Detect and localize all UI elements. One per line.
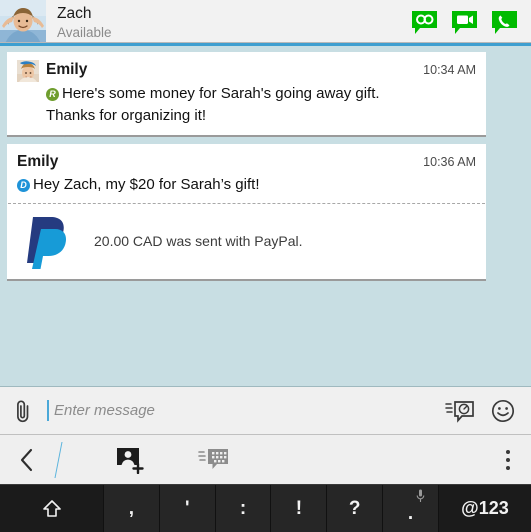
message-header: Emily 10:36 AM (17, 151, 476, 173)
add-participant-icon[interactable] (114, 446, 146, 474)
nav-actions (114, 446, 230, 474)
overflow-dot (506, 457, 510, 462)
message-card[interactable]: Emily 10:34 AM R Here's some money for Sa… (7, 52, 486, 137)
message-text-line2: Thanks for organizing it! (46, 107, 207, 125)
overflow-menu-icon[interactable] (506, 449, 531, 470)
chat-header: Zach Available (0, 0, 531, 46)
message-input-bar[interactable]: Enter message (0, 386, 531, 434)
overflow-dot (506, 465, 510, 470)
timed-message-icon[interactable] (445, 399, 475, 423)
voice-call-button[interactable] (491, 10, 518, 36)
message-text-line1: D Hey Zach, my $20 for Sarah’s gift! (17, 174, 476, 195)
message-text-line1: R Here's some money for Sarah's going awa… (17, 83, 476, 104)
message-status-delivered-icon: D (17, 178, 30, 192)
comma-key[interactable]: , (104, 485, 160, 532)
sender-avatar-photo (17, 60, 39, 82)
message-row: Emily 10:36 AM D Hey Zach, my $20 for Sar… (7, 144, 486, 203)
keyboard-row: , ' : ! ? . @123 (0, 484, 531, 532)
paperclip-icon[interactable] (13, 397, 33, 425)
header-actions (411, 10, 531, 36)
contact-avatar[interactable] (0, 0, 46, 46)
navigation-bar (0, 434, 531, 484)
contact-name: Zach (57, 5, 92, 23)
period-key-label: . (407, 502, 414, 524)
paypal-logo (27, 216, 67, 269)
paypal-attachment[interactable]: 20.00 CAD was sent with PayPal. (7, 204, 486, 279)
symbols-key[interactable]: @123 (438, 485, 531, 532)
message-card[interactable]: Emily 10:36 AM D Hey Zach, my $20 for Sar… (7, 143, 486, 281)
message-row: Emily 10:34 AM R Here's some money for Sa… (7, 52, 486, 135)
question-key[interactable]: ? (327, 485, 384, 532)
bbm-chat-button[interactable] (411, 10, 438, 36)
colon-key[interactable]: : (215, 485, 272, 532)
contact-status: Available (57, 24, 112, 40)
message-status-read-icon: R (46, 88, 59, 101)
sender-name: Emily (17, 152, 59, 170)
video-call-button[interactable] (451, 10, 478, 36)
message-line1-text: Hey Zach, my $20 for Sarah’s gift! (33, 175, 260, 193)
message-input-placeholder[interactable]: Enter message (54, 402, 155, 419)
exclamation-key[interactable]: ! (271, 485, 328, 532)
sender-name: Emily (46, 61, 88, 78)
microphone-icon[interactable] (416, 489, 425, 503)
bbm-chat-screen: Zach Available Emily 10:34 AM R Here's s… (0, 0, 531, 532)
message-header: Emily 10:34 AM (17, 59, 476, 82)
chat-message-list[interactable]: Emily 10:34 AM R Here's some money for Sa… (0, 46, 531, 386)
sender-avatar[interactable] (17, 60, 39, 82)
bbm-ping-icon[interactable] (198, 447, 230, 473)
shift-key[interactable] (0, 485, 104, 532)
message-line1-text: Here's some money for Sarah's going away… (62, 85, 380, 102)
header-text-block: Zach Available (57, 5, 112, 40)
back-chevron-icon[interactable] (19, 448, 34, 472)
shift-arrow-icon (42, 499, 61, 517)
smiley-icon[interactable] (491, 399, 515, 423)
message-timestamp: 10:36 AM (423, 154, 476, 169)
nav-divider-slash (54, 441, 63, 478)
input-actions (445, 399, 531, 423)
message-timestamp: 10:34 AM (423, 63, 476, 77)
paypal-message-text: 20.00 CAD was sent with PayPal. (94, 232, 303, 249)
contact-avatar-photo (0, 0, 46, 46)
text-cursor (47, 400, 49, 421)
apostrophe-key[interactable]: ' (159, 485, 216, 532)
period-key[interactable]: . (383, 485, 439, 532)
overflow-dot (506, 449, 510, 454)
